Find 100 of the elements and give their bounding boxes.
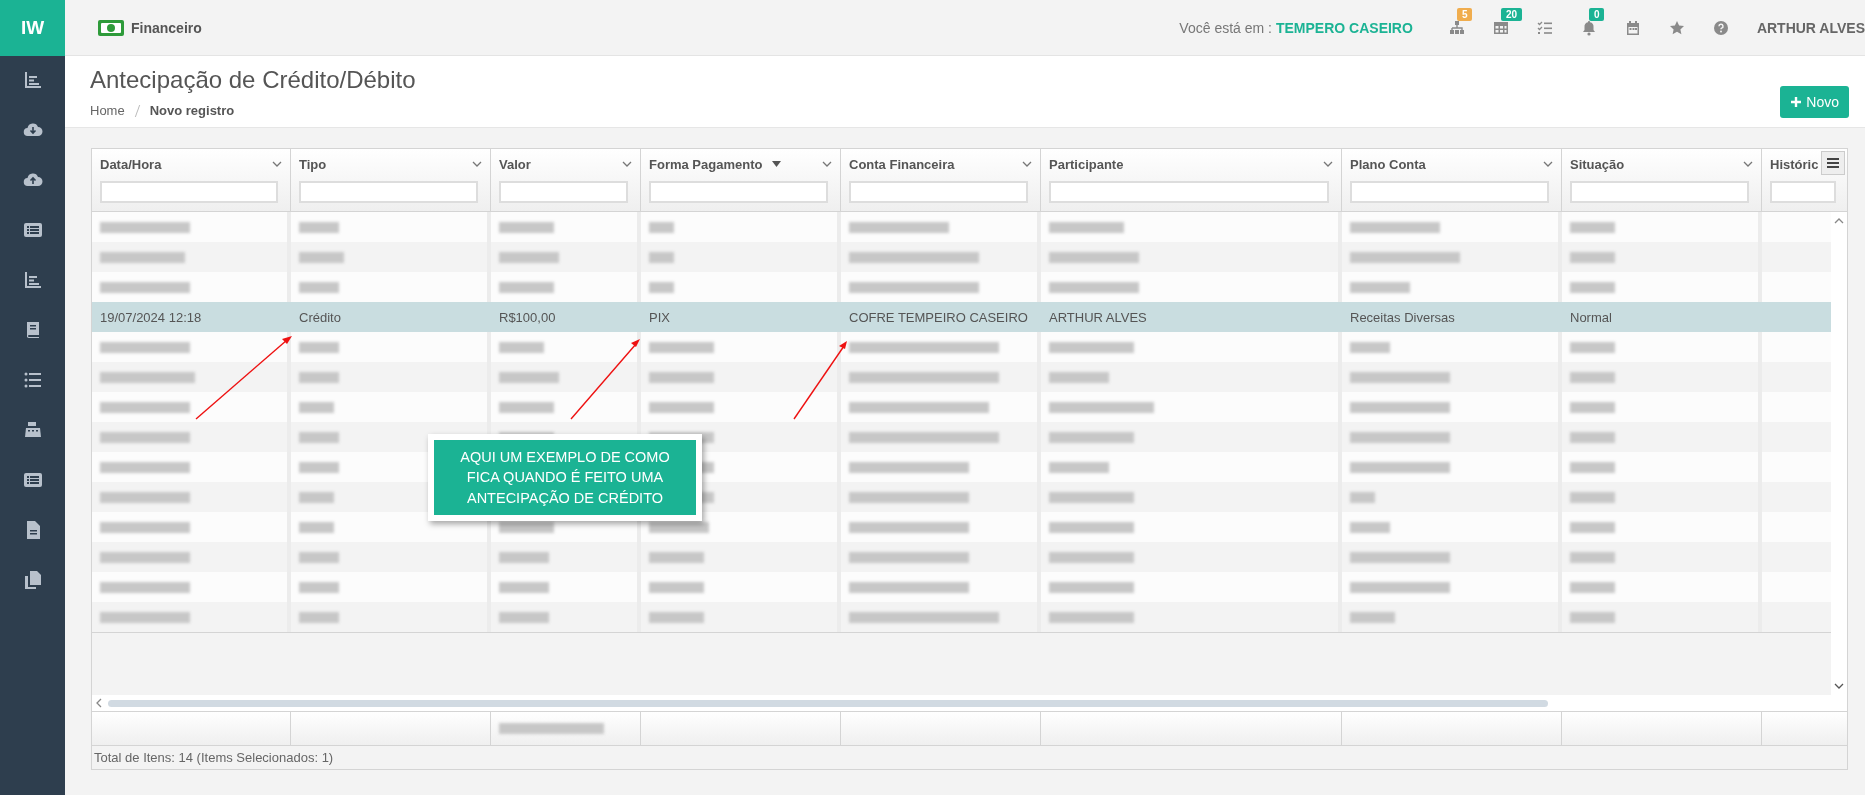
table-cell: 19/07/2024 12:18 <box>100 309 202 325</box>
filter-field[interactable] <box>499 181 628 203</box>
blurred-text <box>649 611 704 623</box>
blurred-text <box>299 221 339 233</box>
blurred-text <box>1570 341 1615 353</box>
blurred-text <box>649 551 704 563</box>
table-icon[interactable] <box>1492 19 1509 36</box>
column-header[interactable]: Data/Hora <box>100 156 162 172</box>
table-row[interactable]: 19/07/2024 12:18 Crédito R$100,00 PIX COFRE TEMPEIRO CASEIRO ARTHUR ALVES Receitas Diversas Normal <box>92 302 1831 332</box>
blurred-text <box>499 221 554 233</box>
tasks-icon[interactable] <box>1536 19 1553 36</box>
chevron-icon[interactable] <box>472 161 482 167</box>
breadcrumb-link[interactable]: Novo registro <box>149 103 235 118</box>
money-icon <box>97 18 125 37</box>
sitemap-icon[interactable] <box>1448 19 1465 36</box>
blurred-text <box>649 251 674 263</box>
blurred-text <box>1570 371 1615 383</box>
blurred-text <box>299 401 334 413</box>
menu-icon[interactable] <box>1821 151 1845 175</box>
filter-field[interactable] <box>100 181 278 203</box>
scroll-left-icon[interactable] <box>96 698 102 708</box>
count-badge: 20 <box>1500 7 1522 21</box>
blurred-text <box>299 281 339 293</box>
blurred-text <box>1570 281 1615 293</box>
module-title[interactable]: Financeiro <box>131 19 202 36</box>
blurred-text <box>1350 491 1375 503</box>
blurred-text <box>299 371 339 383</box>
filter-field[interactable] <box>1350 181 1549 203</box>
chevron-icon[interactable] <box>272 161 282 167</box>
column-header[interactable]: Situação <box>1570 156 1625 172</box>
table-cell: R$100,00 <box>499 309 556 325</box>
calendar-icon[interactable] <box>1624 19 1641 36</box>
chevron-icon[interactable] <box>1743 161 1753 167</box>
filter-field[interactable] <box>1049 181 1329 203</box>
plus-icon <box>1790 96 1803 108</box>
blurred-text <box>499 281 554 293</box>
column-header[interactable]: Tipo <box>299 156 327 172</box>
blurred-text <box>499 401 554 413</box>
blurred-text <box>299 491 334 503</box>
blurred-text <box>299 431 339 443</box>
column-header[interactable]: Forma Pagamento <box>649 156 763 172</box>
chevron-icon[interactable] <box>622 161 632 167</box>
star-icon[interactable] <box>1668 19 1685 36</box>
blurred-text <box>1570 401 1615 413</box>
bell-icon[interactable] <box>1580 19 1597 36</box>
blurred-text <box>299 251 344 263</box>
scroll-down-icon[interactable] <box>1834 683 1844 689</box>
blurred-text <box>1570 491 1615 503</box>
blurred-text <box>499 611 549 623</box>
blurred-text <box>1350 341 1390 353</box>
table-cell: Receitas Diversas <box>1350 309 1455 325</box>
blurred-text <box>1570 521 1615 533</box>
filter-field[interactable] <box>1770 181 1836 203</box>
chevron-icon[interactable] <box>1022 161 1032 167</box>
table-cell: ARTHUR ALVES <box>1049 309 1147 325</box>
blurred-text <box>299 581 339 593</box>
blurred-text <box>649 371 714 383</box>
blurred-text <box>299 521 334 533</box>
blurred-text <box>1570 461 1615 473</box>
column-header[interactable]: Históric <box>1770 156 1819 172</box>
filter-field[interactable] <box>1570 181 1749 203</box>
table-row[interactable] <box>92 272 1831 302</box>
filter-field[interactable] <box>299 181 478 203</box>
chevron-icon[interactable] <box>1543 161 1553 167</box>
blurred-text <box>299 461 339 473</box>
blurred-text <box>299 341 339 353</box>
chevron-icon[interactable] <box>822 161 832 167</box>
table-row[interactable] <box>92 512 1831 542</box>
filter-field[interactable] <box>849 181 1028 203</box>
user-name[interactable]: ARTHUR ALVES <box>1756 19 1865 36</box>
column-header[interactable]: Valor <box>499 156 531 172</box>
table-row[interactable] <box>92 332 1831 362</box>
vertical-scrollbar[interactable] <box>1831 212 1847 695</box>
column-header[interactable]: Conta Financeira <box>849 156 955 172</box>
blurred-text <box>499 521 554 533</box>
blurred-text <box>1570 431 1615 443</box>
blurred-text <box>649 401 714 413</box>
blurred-text <box>1570 611 1615 623</box>
table-cell: PIX <box>649 309 670 325</box>
table-row[interactable] <box>92 212 1831 242</box>
blurred-text <box>649 221 674 233</box>
help-icon[interactable] <box>1712 19 1729 36</box>
table-cell: COFRE TEMPEIRO CASEIRO <box>849 309 1028 325</box>
table-row[interactable] <box>92 392 1831 422</box>
blurred-text <box>299 611 339 623</box>
column-header[interactable]: Participante <box>1049 156 1124 172</box>
blurred-text <box>499 371 559 383</box>
location-label: Você está em : <box>1179 19 1272 36</box>
blurred-text <box>499 581 549 593</box>
column-header[interactable]: Plano Conta <box>1350 156 1426 172</box>
filter-field[interactable] <box>649 181 828 203</box>
breadcrumb-link[interactable]: Home <box>90 103 125 118</box>
scroll-up-icon[interactable] <box>1834 218 1844 224</box>
callout-tooltip: AQUI UM EXEMPLO DE COMO FICA QUANDO É FEITO UMA ANTECIPAÇÃO DE CRÉDITO <box>428 434 702 521</box>
table-row[interactable] <box>92 572 1831 602</box>
blurred-text <box>1570 581 1615 593</box>
blurred-text <box>499 551 549 563</box>
blurred-text <box>1350 521 1390 533</box>
blurred-text <box>1570 221 1615 233</box>
chevron-icon[interactable] <box>1323 161 1333 167</box>
